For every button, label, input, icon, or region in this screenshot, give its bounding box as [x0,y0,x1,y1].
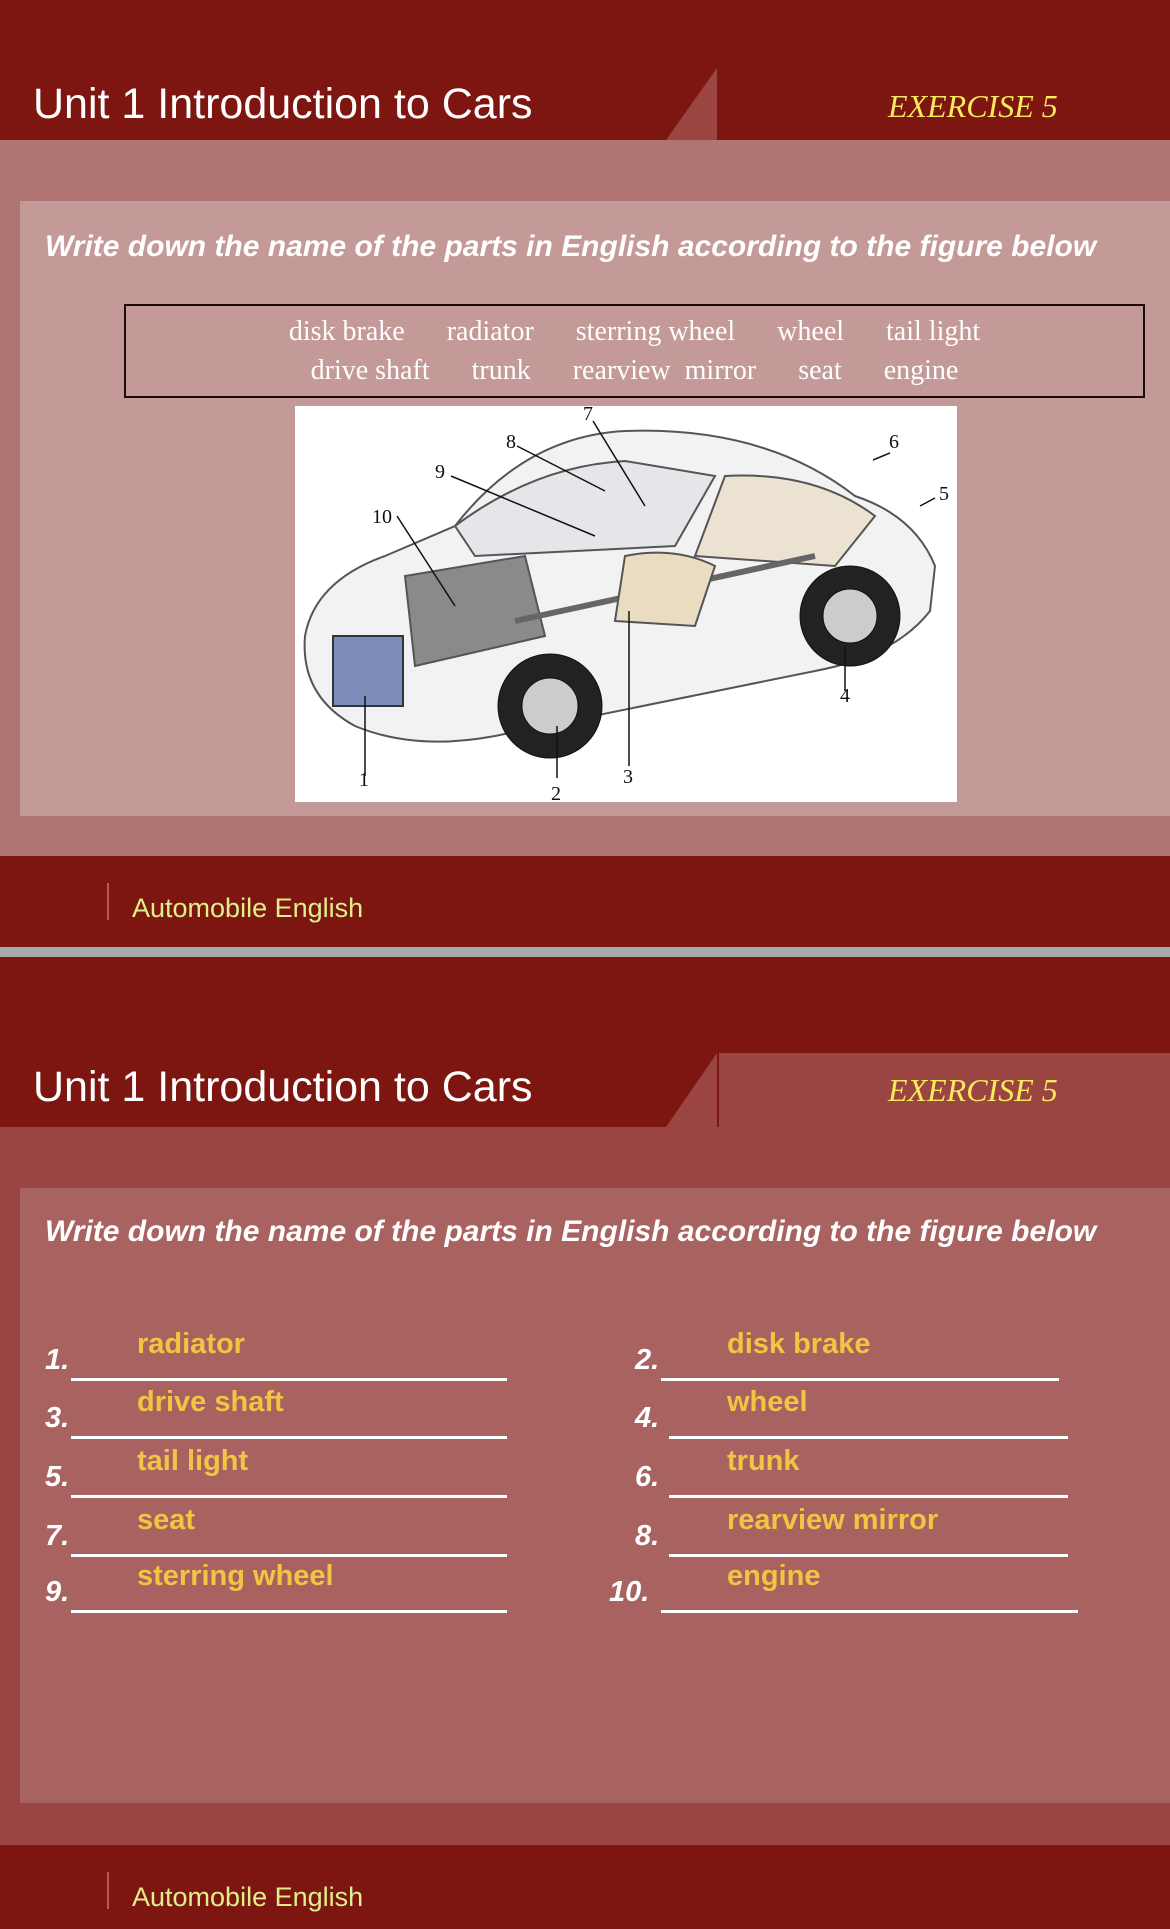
slide-exercise-question: Unit 1 Introduction to Cars EXERCISE 5 W… [0,0,1170,947]
word: wheel [777,316,845,347]
word: engine [883,355,959,386]
answer-text: seat [137,1504,196,1536]
answer-text: tail light [137,1445,249,1477]
header-tab-decoration [666,1053,717,1127]
car-cutaway-figure: 1 2 3 4 5 6 7 8 9 10 [295,406,957,802]
word-bank-row-1: disk brake radiator sterring wheel wheel… [126,312,1143,351]
word: seat [798,355,842,386]
footer-divider [107,1872,109,1909]
answer-blank[interactable] [661,1610,1078,1613]
answer-number: 4. [635,1402,660,1434]
answer-blank[interactable] [71,1436,507,1439]
exercise-label: EXERCISE 5 [888,88,1058,124]
answer-text: engine [727,1560,821,1592]
answer-number: 10. [609,1576,650,1608]
word-bank-row-2: drive shaft trunk rearview mirror seat e… [126,351,1143,390]
slide-exercise-answers: Unit 1 Introduction to Cars EXERCISE 5 W… [0,957,1170,1929]
answer-number: 8. [635,1520,660,1552]
answer-number: 6. [635,1461,660,1493]
word: tail light [886,316,981,347]
answer-number: 2. [635,1344,660,1376]
answer-number: 7. [45,1520,70,1552]
answer-text: drive shaft [137,1386,284,1418]
callout-5: 5 [939,483,949,505]
answer-text: trunk [727,1445,800,1477]
word: sterring wheel [575,316,736,347]
word: drive shaft [310,355,430,386]
callout-9: 9 [435,461,445,483]
word: radiator [446,316,534,347]
answer-text: sterring wheel [137,1560,334,1592]
answer-number: 1. [45,1344,70,1376]
exercise-label: EXERCISE 5 [888,1072,1058,1108]
footer-text: Automobile English [132,893,364,923]
callout-2: 2 [551,783,561,802]
instruction-text: Write down the name of the parts in Engl… [45,1215,1097,1248]
callout-4: 4 [840,685,850,707]
answer-number: 3. [45,1402,70,1434]
callout-7: 7 [583,406,593,425]
answer-blank[interactable] [71,1378,507,1381]
page-title: Unit 1 Introduction to Cars [33,80,533,128]
answer-number: 5. [45,1461,70,1493]
answer-blank[interactable] [661,1378,1059,1381]
word-bank: disk brake radiator sterring wheel wheel… [124,304,1145,398]
footer-divider [107,883,109,920]
callout-1: 1 [359,769,369,791]
word: rearview mirror [572,355,757,386]
callout-6: 6 [889,431,899,453]
callout-3: 3 [623,766,633,788]
footer-text: Automobile English [132,1882,364,1912]
answer-text: radiator [137,1328,245,1360]
answer-blank[interactable] [669,1554,1068,1557]
answer-blank[interactable] [669,1436,1068,1439]
answer-text: wheel [727,1386,808,1418]
answer-blank[interactable] [71,1610,507,1613]
answer-blank[interactable] [71,1495,507,1498]
word: disk brake [288,316,405,347]
callout-8: 8 [506,431,516,453]
answer-text: rearview mirror [727,1504,939,1536]
answer-blank[interactable] [71,1554,507,1557]
callout-10: 10 [372,506,392,528]
answer-blank[interactable] [669,1495,1068,1498]
instruction-text: Write down the name of the parts in Engl… [45,230,1097,263]
header-tab-decoration [666,68,717,140]
page-title: Unit 1 Introduction to Cars [33,1063,533,1111]
word: trunk [471,355,531,386]
answer-text: disk brake [727,1328,871,1360]
answer-number: 9. [45,1576,70,1608]
